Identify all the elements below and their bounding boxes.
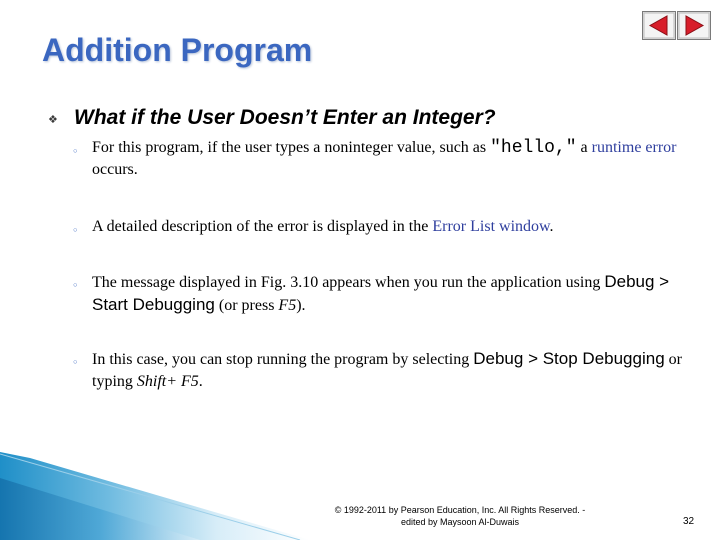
ring-bullet-icon: ◦ [72, 356, 79, 369]
list-item-text: A detailed description of the error is d… [92, 216, 682, 238]
item-text-part: The message displayed in Fig. 3.10 appea… [92, 274, 605, 291]
copyright-footer: © 1992-2011 by Pearson Education, Inc. A… [300, 504, 620, 528]
footer-line: edited by Maysoon Al-Duwais [400, 517, 520, 527]
highlighted-term: runtime error [591, 139, 677, 156]
triangle-right-icon [677, 11, 711, 40]
slide: Addition Program ❖ What if the User Does… [0, 0, 720, 540]
slide-title: Addition Program [42, 32, 313, 68]
highlighted-term: Error List window [432, 218, 550, 235]
ring-bullet-icon: ◦ [72, 145, 79, 158]
item-text-part: (or press [214, 297, 279, 314]
item-text-part: For this program, if the user types a no… [92, 139, 491, 156]
item-text-part: A detailed description of the error is d… [92, 218, 433, 235]
item-text-part: a [576, 139, 592, 156]
footer-line: © 1992-2011 by Pearson Education, Inc. A… [334, 505, 586, 515]
item-text-part: occurs. [92, 161, 138, 178]
next-slide-button[interactable] [677, 11, 711, 40]
shortcut-key-text: Shift+ F5 [136, 373, 199, 390]
shortcut-key-text: F5 [278, 297, 297, 314]
item-text-part: . [198, 373, 203, 390]
list-item-text: In this case, you can stop running the p… [92, 348, 682, 393]
item-text-part: In this case, you can stop running the p… [92, 351, 474, 368]
previous-slide-button[interactable] [642, 11, 676, 40]
item-text-part: ). [296, 297, 306, 314]
page-number: 32 [683, 516, 695, 527]
ring-bullet-icon: ◦ [72, 279, 79, 292]
code-text: "hello," [490, 138, 577, 158]
menu-path-text: Debug > Stop Debugging [473, 349, 665, 368]
list-item-text: For this program, if the user types a no… [92, 137, 682, 181]
item-text-part: . [549, 218, 554, 235]
triangle-left-icon [642, 11, 676, 40]
list-item-text: The message displayed in Fig. 3.10 appea… [92, 271, 682, 317]
bullet-heading: What if the User Doesn’t Enter an Intege… [74, 106, 496, 129]
square-bullet-icon: ❖ [48, 113, 58, 126]
ring-bullet-icon: ◦ [72, 224, 79, 237]
